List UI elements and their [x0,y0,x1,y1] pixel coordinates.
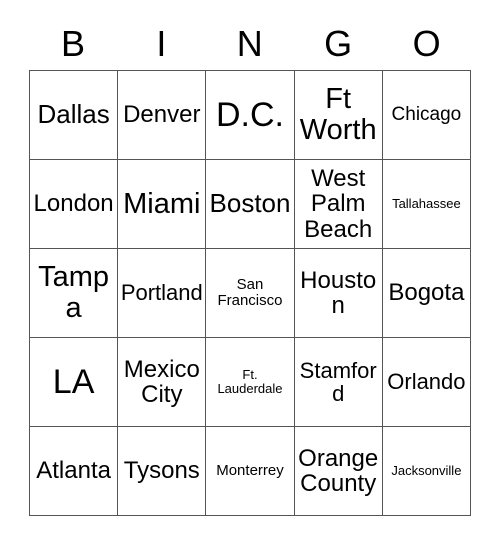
bingo-header-letter-g: G [324,23,353,64]
bingo-cell[interactable]: Tampa [30,249,119,338]
bingo-cell[interactable]: LA [30,338,119,427]
bingo-cell[interactable]: San Francisco [206,249,295,338]
bingo-header-letter-n: N [236,23,264,64]
bingo-cell[interactable]: Tallahassee [382,160,471,249]
bingo-cell-label: LA [52,362,95,401]
bingo-cell[interactable]: London [30,160,119,249]
bingo-cell[interactable]: Chicago [382,71,471,160]
bingo-cell[interactable]: Dallas [30,71,119,160]
bingo-cell-label: Houston [300,266,377,319]
bingo-cell-label: Atlanta [36,457,111,485]
bingo-cell-label: Jacksonville [391,463,462,479]
bingo-cell[interactable]: Bogota [382,249,471,338]
bingo-cell-label: D.C. [215,95,284,134]
bingo-cell-label: Stamford [299,357,377,406]
bingo-cell-label: Tallahassee [392,196,461,212]
bingo-header-row: B I N G O [29,18,471,70]
bingo-cell-label: Bogota [388,279,465,307]
bingo-cell[interactable]: Stamford [294,338,383,427]
bingo-cell[interactable]: Tysons [118,427,207,516]
bingo-cell-label: Miami [123,187,201,220]
bingo-cell[interactable]: Portland [118,249,207,338]
bingo-cell-label: West Palm Beach [304,164,373,243]
bingo-cell-label: Ft Worth [299,83,377,146]
bingo-cell[interactable]: Mexico City [118,338,207,427]
bingo-cell-label: Boston [209,188,291,219]
bingo-cell-label: Monterrey [216,462,284,480]
bingo-cell[interactable]: Ft. Lauderdale [206,338,295,427]
bingo-header-letter-b: B [60,23,86,64]
bingo-cell[interactable]: Atlanta [30,427,119,516]
bingo-cell[interactable]: Denver [118,71,207,160]
bingo-cell-label: Mexico City [123,355,200,408]
bingo-cell[interactable]: Ft Worth [294,71,383,160]
bingo-cell-label: Chicago [391,103,462,125]
bingo-cell-label: Orange County [298,444,379,497]
bingo-cell-label: San Francisco [217,276,283,309]
bingo-cell[interactable]: Orlando [382,338,471,427]
bingo-cell[interactable]: Boston [206,160,295,249]
bingo-cell[interactable]: Jacksonville [382,427,471,516]
bingo-card: B I N G O Dallas Denver D.C. Ft Worth Ch… [0,0,500,544]
bingo-cell-label: Tysons [123,457,200,485]
bingo-cell[interactable]: D.C. [206,71,295,160]
bingo-cell-label: Orlando [387,369,466,395]
bingo-cell[interactable]: Miami [118,160,207,249]
bingo-cell-label: Dallas [37,99,110,130]
bingo-cell[interactable]: West Palm Beach [294,160,383,249]
bingo-header-letter-i: I [156,23,167,64]
bingo-cell[interactable]: Houston [294,249,383,338]
bingo-cell[interactable]: Monterrey [206,427,295,516]
bingo-cell-label: Portland [120,280,203,306]
bingo-cell-label: Tampa [38,261,110,324]
bingo-grid: Dallas Denver D.C. Ft Worth Chicago Lond… [29,70,471,516]
bingo-cell-label: Denver [123,101,201,129]
bingo-cell-label: London [33,190,114,218]
bingo-header-letter-o: O [412,23,442,64]
bingo-cell[interactable]: Orange County [294,427,383,516]
bingo-cell-label: Ft. Lauderdale [217,367,283,396]
